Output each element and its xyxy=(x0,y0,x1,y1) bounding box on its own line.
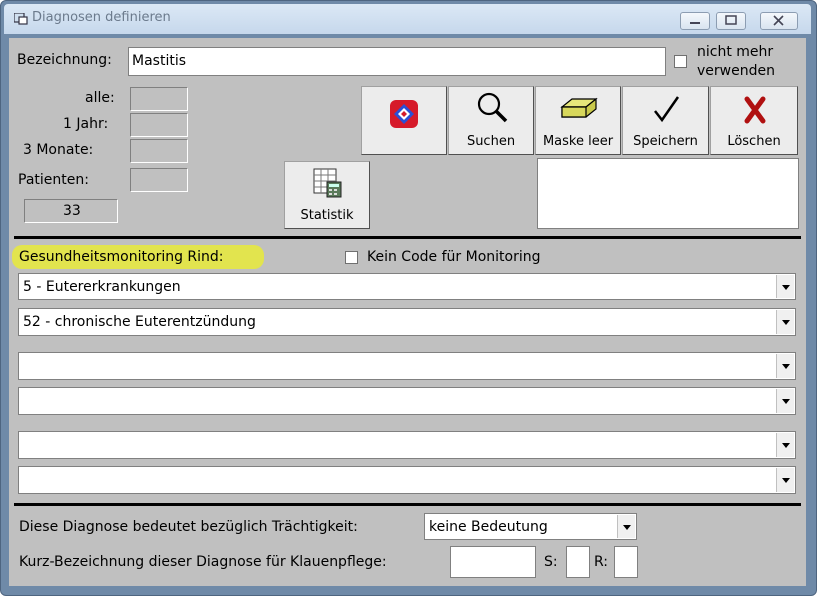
bezeichnung-input[interactable]: Mastitis xyxy=(128,47,666,76)
patienten-label: Patienten: xyxy=(18,172,89,188)
suchen-label: Suchen xyxy=(466,134,516,149)
kein-code-checkbox[interactable] xyxy=(345,251,358,264)
chevron-down-icon[interactable] xyxy=(776,389,794,413)
maske-leer-button[interactable]: Maske leer xyxy=(535,86,621,155)
suchen-button[interactable]: Suchen xyxy=(448,86,534,155)
monitoring-heading: Gesundheitsmonitoring Rind: xyxy=(19,249,224,265)
separator-top xyxy=(14,236,801,239)
separator-bottom xyxy=(14,503,801,506)
s-label: S: xyxy=(544,554,558,570)
traechtigkeit-label: Diese Diagnose bedeutet bezüglich Trächt… xyxy=(19,519,358,535)
chevron-down-icon[interactable] xyxy=(776,433,794,457)
jahr-field xyxy=(130,113,188,137)
bezeichnung-value: Mastitis xyxy=(132,53,187,69)
statistik-button[interactable]: Statistik xyxy=(284,161,370,229)
monitoring-combo-2[interactable]: 52 - chronische Euterentzündung xyxy=(18,308,796,336)
monitoring-combo-3[interactable] xyxy=(18,352,796,380)
jahr-label: 1 Jahr: xyxy=(63,116,109,132)
alle-field xyxy=(130,87,188,111)
traechtigkeit-combo[interactable]: keine Bedeutung xyxy=(424,513,637,540)
traechtigkeit-value: keine Bedeutung xyxy=(429,519,548,535)
notes-textarea[interactable] xyxy=(537,158,799,229)
window-title: Diagnosen definieren xyxy=(32,10,171,25)
speichern-label: Speichern xyxy=(633,134,698,149)
spreadsheet-calculator-icon xyxy=(313,168,342,198)
tray-icon xyxy=(560,97,598,118)
monitoring-combo-1[interactable]: 5 - Eutererkrankungen xyxy=(18,273,796,300)
close-icon xyxy=(773,15,784,26)
alle-label: alle: xyxy=(85,90,115,106)
maximize-icon xyxy=(725,15,737,25)
monate-field xyxy=(130,139,188,163)
count-value: 33 xyxy=(63,203,81,219)
chevron-down-icon[interactable] xyxy=(776,354,794,378)
kurz-input[interactable] xyxy=(450,546,536,578)
navigate-button[interactable] xyxy=(361,86,447,155)
minimize-icon xyxy=(690,22,700,24)
combo-2-value: 52 - chronische Euterentzündung xyxy=(23,314,256,330)
patienten-field xyxy=(130,168,188,192)
chevron-down-icon[interactable] xyxy=(776,275,794,298)
s-input[interactable] xyxy=(566,546,590,578)
kein-code-label: Kein Code für Monitoring xyxy=(367,249,541,265)
nicht-mehr-label-2: verwenden xyxy=(697,63,775,79)
monitoring-combo-5[interactable] xyxy=(18,431,796,459)
bezeichnung-label: Bezeichnung: xyxy=(17,52,112,68)
checkmark-icon xyxy=(654,96,680,123)
nicht-mehr-label-1: nicht mehr xyxy=(697,44,774,60)
magnifier-icon xyxy=(477,92,508,123)
maske-leer-label: Maske leer xyxy=(542,134,614,149)
combo-1-value: 5 - Eutererkrankungen xyxy=(23,279,181,295)
close-button[interactable] xyxy=(760,12,798,30)
monitoring-combo-6[interactable] xyxy=(18,466,796,494)
count-field: 33 xyxy=(24,199,118,223)
loeschen-label: Löschen xyxy=(727,134,781,149)
loeschen-button[interactable]: Löschen xyxy=(710,86,798,155)
kurz-label: Kurz-Bezeichnung dieser Diagnose für Kla… xyxy=(19,554,387,570)
nicht-mehr-verwenden-checkbox[interactable] xyxy=(674,55,687,68)
chevron-down-icon[interactable] xyxy=(776,468,794,492)
minimize-button[interactable] xyxy=(680,12,710,30)
speichern-button[interactable]: Speichern xyxy=(622,86,709,155)
chevron-down-icon[interactable] xyxy=(617,515,635,538)
statistik-label: Statistik xyxy=(300,208,354,223)
r-input[interactable] xyxy=(614,546,638,578)
chevron-down-icon[interactable] xyxy=(776,310,794,334)
app-icon xyxy=(14,13,28,25)
monitoring-combo-4[interactable] xyxy=(18,387,796,415)
maximize-button[interactable] xyxy=(716,12,746,30)
monate-label: 3 Monate: xyxy=(23,142,94,158)
delete-x-icon xyxy=(744,96,766,124)
arrows-cycle-icon xyxy=(390,100,418,128)
r-label: R: xyxy=(594,554,609,570)
